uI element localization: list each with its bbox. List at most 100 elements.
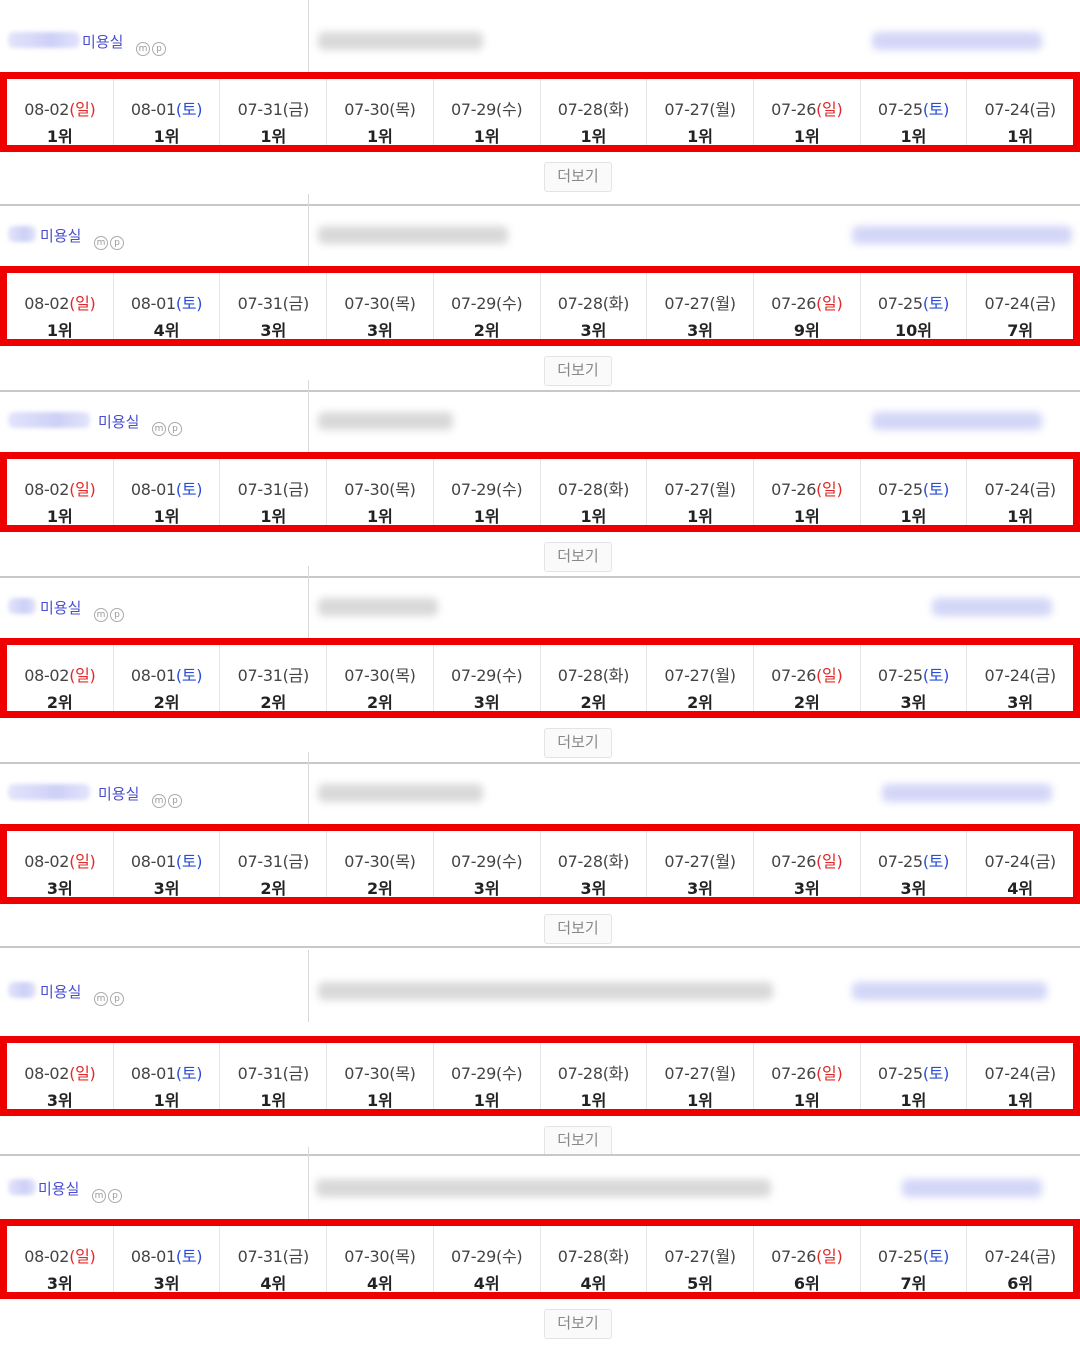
- rank-history-row: 08-02(일) 1위 08-01(토) 1위 07-31(금) 1위 07-30(목) 1위…: [0, 452, 1080, 532]
- date-text: 07-31: [237, 852, 283, 871]
- date-text: 08-02: [24, 1247, 70, 1266]
- rank-date: 07-29(수): [434, 1243, 540, 1267]
- date-text: 08-01: [130, 666, 176, 685]
- rank-cell: 07-28(화) 4위: [541, 1226, 648, 1293]
- rank-value: 1위: [687, 1091, 713, 1110]
- rank-date: 07-26(일): [754, 662, 860, 686]
- rank-date: 08-01(토): [114, 96, 220, 120]
- rank-cell: 07-27(월) 3위: [647, 273, 754, 340]
- rank-date: 07-24(금): [967, 848, 1073, 872]
- shop-name-link[interactable]: 미용실: [40, 225, 81, 246]
- date-text: 07-24: [984, 480, 1030, 499]
- rank-value: 1위: [1007, 507, 1034, 526]
- rank-cell: 08-01(토) 4위: [114, 273, 221, 340]
- shop-name-link[interactable]: 미용실: [82, 31, 123, 52]
- shop-name-link[interactable]: 미용실: [40, 597, 81, 618]
- rank-cell: 07-26(일) 1위: [754, 459, 861, 526]
- weekday: (토): [175, 100, 203, 119]
- rank-value: 2위: [260, 693, 287, 712]
- rank-date: 07-25(토): [861, 662, 967, 686]
- blurred-keyword: [318, 784, 483, 802]
- date-text: 07-29: [451, 1064, 496, 1083]
- rank-cell: 07-30(목) 2위: [327, 645, 434, 712]
- rank-value: 9위: [793, 321, 820, 340]
- pc-icon: p: [168, 422, 182, 436]
- date-text: 07-31: [237, 480, 283, 499]
- rank-date: 07-25(토): [861, 1060, 967, 1084]
- shop-name-link[interactable]: 미용실: [98, 783, 139, 804]
- rank-date: 08-01(토): [114, 290, 220, 314]
- weekday: (금): [282, 294, 310, 313]
- weekday: (목): [389, 852, 416, 871]
- rank-date: 07-29(수): [434, 290, 540, 314]
- rank-value: 1위: [260, 1091, 287, 1110]
- rank-value: 1위: [687, 507, 713, 526]
- rank-date: 07-28(화): [541, 476, 647, 500]
- more-button[interactable]: 더보기: [544, 162, 612, 192]
- weekday: (일): [816, 1064, 843, 1083]
- weekday: (월): [709, 852, 736, 871]
- mobile-icon: m: [136, 42, 150, 56]
- weekday: (토): [922, 666, 950, 685]
- blurred-shop-name: [8, 412, 90, 428]
- rank-cell: 07-29(수) 3위: [434, 831, 541, 898]
- weekday: (금): [1029, 666, 1057, 685]
- weekday: (토): [922, 294, 950, 313]
- weekday: (토): [175, 852, 203, 871]
- rank-value: 1위: [793, 507, 820, 526]
- weekday: (금): [282, 480, 310, 499]
- blurred-link: [902, 1179, 1042, 1197]
- blurred-link: [852, 226, 1072, 244]
- weekday: (목): [389, 1247, 416, 1266]
- rank-cell: 07-26(일) 1위: [754, 1043, 861, 1110]
- weekday: (월): [709, 1247, 736, 1266]
- shop-name-link[interactable]: 미용실: [38, 1178, 79, 1199]
- rank-cell: 07-24(금) 7위: [967, 273, 1073, 340]
- weekday: (금): [282, 666, 310, 685]
- weekday: (일): [69, 100, 96, 119]
- weekday: (목): [389, 100, 416, 119]
- weekday: (화): [602, 1247, 630, 1266]
- date-text: 08-01: [130, 480, 176, 499]
- weekday: (금): [282, 1247, 310, 1266]
- rank-date: 07-31(금): [220, 290, 326, 314]
- rank-cell: 07-30(목) 2위: [327, 831, 434, 898]
- rank-date: 07-26(일): [754, 476, 860, 500]
- shop-name-link[interactable]: 미용실: [98, 411, 139, 432]
- rank-value: 1위: [473, 1091, 500, 1110]
- date-text: 07-28: [557, 1064, 603, 1083]
- rank-history-row: 08-02(일) 3위 08-01(토) 3위 07-31(금) 4위 07-30(목) 4위…: [0, 1219, 1080, 1299]
- date-text: 07-28: [557, 1247, 603, 1266]
- weekday: (금): [282, 852, 310, 871]
- rank-date: 07-29(수): [434, 1060, 540, 1084]
- rank-date: 07-29(수): [434, 848, 540, 872]
- weekday: (토): [922, 1247, 950, 1266]
- rank-cell: 07-25(토) 7위: [861, 1226, 968, 1293]
- blurred-shop-name: [8, 32, 80, 48]
- date-text: 07-28: [557, 852, 603, 871]
- rank-value: 1위: [46, 507, 73, 526]
- date-text: 07-30: [344, 1247, 390, 1266]
- rank-value: 3위: [153, 879, 180, 898]
- date-text: 07-25: [877, 1064, 923, 1083]
- date-text: 07-31: [237, 100, 283, 119]
- rank-date: 07-28(화): [541, 290, 647, 314]
- rank-value: 3위: [473, 879, 500, 898]
- date-text: 07-26: [771, 100, 817, 119]
- weekday: (수): [496, 294, 523, 313]
- rank-cell: 07-24(금) 6위: [967, 1226, 1073, 1293]
- rank-date: 07-27(월): [647, 1060, 753, 1084]
- shop-name-link[interactable]: 미용실: [40, 981, 81, 1002]
- more-button[interactable]: 더보기: [544, 914, 612, 944]
- rank-date: 07-25(토): [861, 1243, 967, 1267]
- rank-date: 08-01(토): [114, 662, 220, 686]
- rank-date: 07-25(토): [861, 290, 967, 314]
- rank-value: 3위: [687, 321, 713, 340]
- rank-cell: 07-27(월) 1위: [647, 79, 754, 146]
- date-text: 07-27: [664, 1247, 710, 1266]
- rank-value: 3위: [153, 1274, 180, 1293]
- rank-date: 08-02(일): [7, 1243, 113, 1267]
- more-button[interactable]: 더보기: [544, 1309, 612, 1339]
- rank-history-row: 08-02(일) 2위 08-01(토) 2위 07-31(금) 2위 07-30(목) 2위…: [0, 638, 1080, 718]
- shop-header: 미용실 m p: [0, 1147, 1080, 1219]
